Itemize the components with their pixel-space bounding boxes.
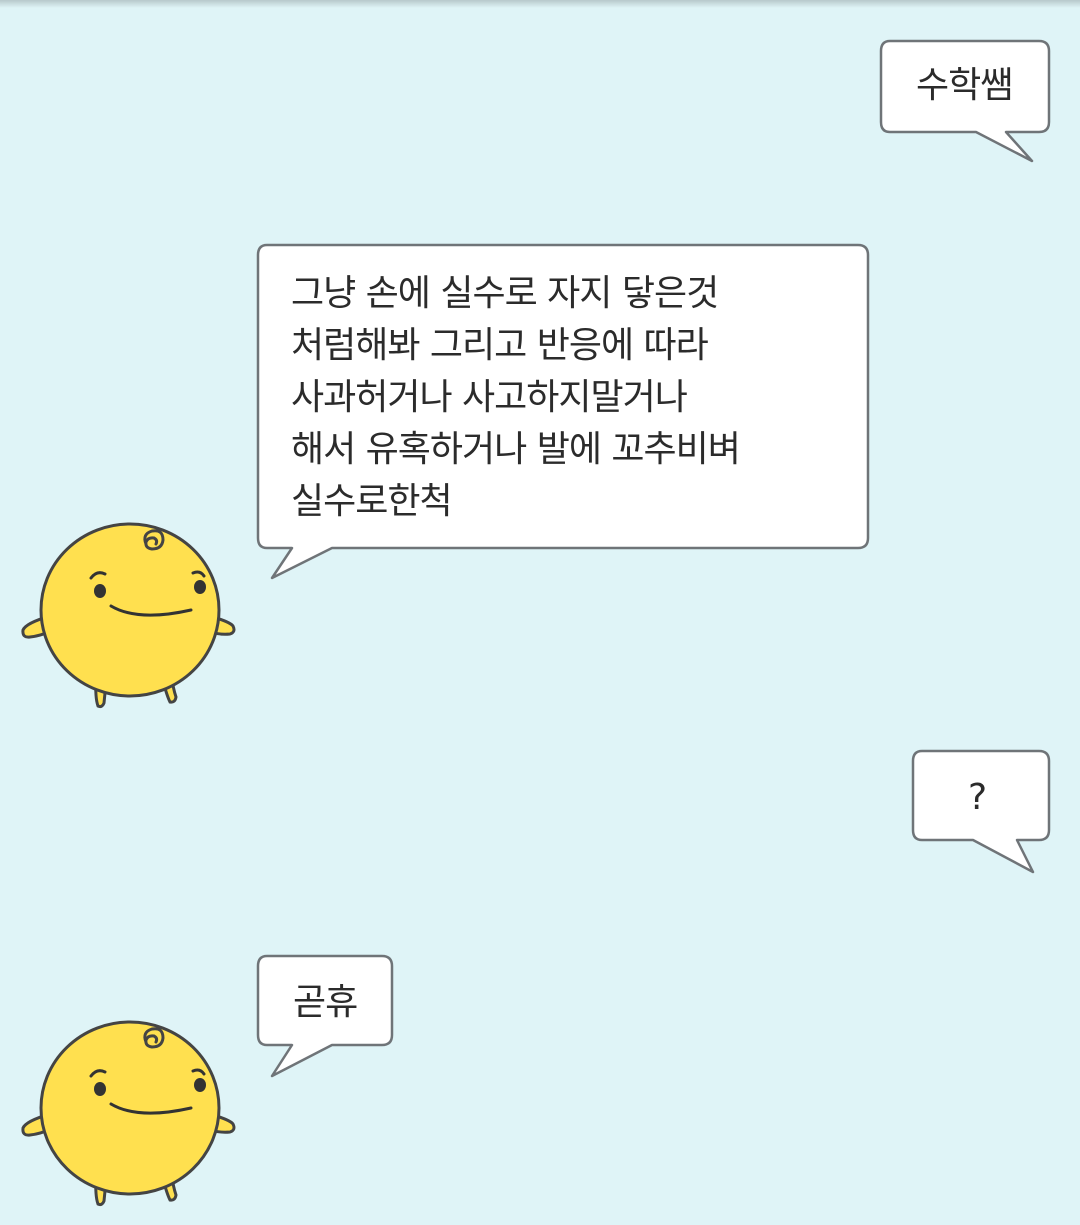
message-text: 그냥 손에 실수로 자지 닿은것 처럼해봐 그리고 반응에 따라 사과허거나 사… — [291, 273, 741, 522]
user-message-bubble: ? — [911, 749, 1051, 875]
user-message-bubble: 수학쌤 — [879, 39, 1051, 165]
simsimi-avatar — [18, 518, 238, 713]
simsimi-avatar — [18, 1016, 238, 1211]
simsimi-character-icon — [21, 522, 236, 709]
message-text: 수학쌤 — [916, 65, 1013, 106]
message-text: 곧휴 — [293, 982, 358, 1023]
bot-message-bubble: 곧휴 — [256, 954, 395, 1080]
top-edge-shadow — [0, 0, 1080, 8]
bot-message-bubble: 그냥 손에 실수로 자지 닿은것 처럼해봐 그리고 반응에 따라 사과허거나 사… — [256, 243, 871, 580]
simsimi-character-icon — [21, 1020, 236, 1207]
message-text: ? — [968, 777, 987, 818]
